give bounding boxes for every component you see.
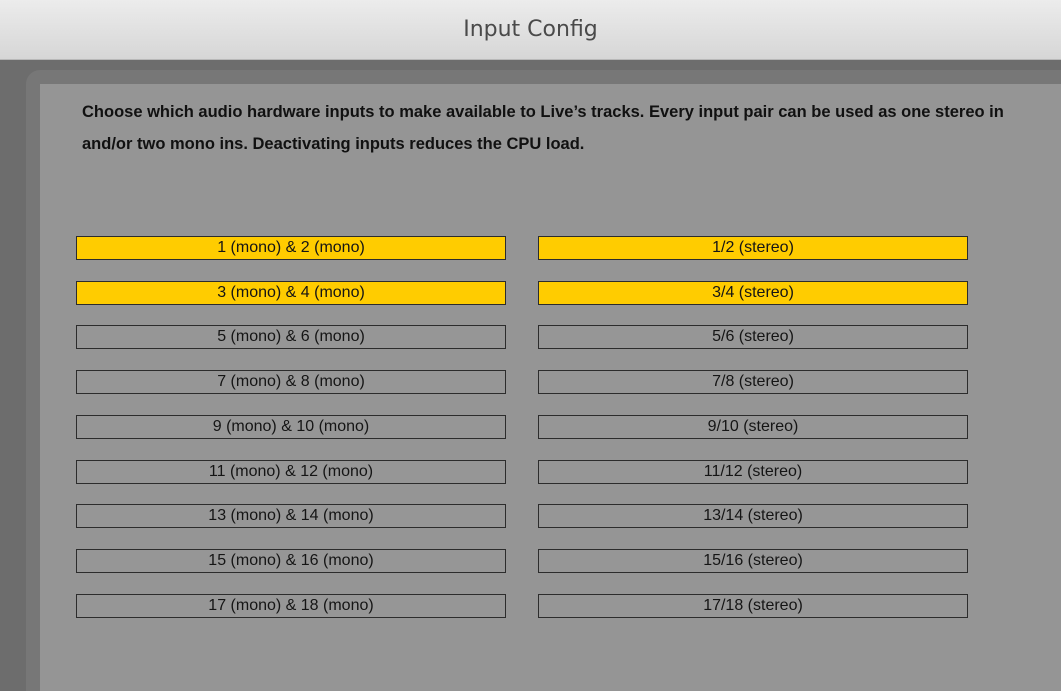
stereo-input-toggle[interactable]: 15/16 (stereo) (538, 549, 968, 573)
mono-input-toggle[interactable]: 1 (mono) & 2 (mono) (76, 236, 506, 260)
input-config-window: Input Config Choose which audio hardware… (0, 0, 1061, 691)
mono-input-toggle[interactable]: 15 (mono) & 16 (mono) (76, 549, 506, 573)
mono-input-toggle[interactable]: 7 (mono) & 8 (mono) (76, 370, 506, 394)
stereo-input-toggle[interactable]: 1/2 (stereo) (538, 236, 968, 260)
stereo-input-toggle[interactable]: 11/12 (stereo) (538, 460, 968, 484)
mono-input-toggle[interactable]: 13 (mono) & 14 (mono) (76, 504, 506, 528)
mono-input-toggle[interactable]: 3 (mono) & 4 (mono) (76, 281, 506, 305)
stereo-input-toggle[interactable]: 9/10 (stereo) (538, 415, 968, 439)
window-title: Input Config (463, 17, 598, 42)
stereo-input-toggle[interactable]: 7/8 (stereo) (538, 370, 968, 394)
mono-input-toggle[interactable]: 9 (mono) & 10 (mono) (76, 415, 506, 439)
mono-input-toggle[interactable]: 17 (mono) & 18 (mono) (76, 594, 506, 618)
stereo-input-toggle[interactable]: 5/6 (stereo) (538, 325, 968, 349)
title-bar[interactable]: Input Config (0, 0, 1061, 60)
stereo-input-toggle[interactable]: 13/14 (stereo) (538, 504, 968, 528)
instructions-text: Choose which audio hardware inputs to ma… (82, 103, 1004, 153)
mono-input-toggle[interactable]: 5 (mono) & 6 (mono) (76, 325, 506, 349)
stereo-input-toggle[interactable]: 3/4 (stereo) (538, 281, 968, 305)
stereo-input-toggle[interactable]: 17/18 (stereo) (538, 594, 968, 618)
mono-input-toggle[interactable]: 11 (mono) & 12 (mono) (76, 460, 506, 484)
